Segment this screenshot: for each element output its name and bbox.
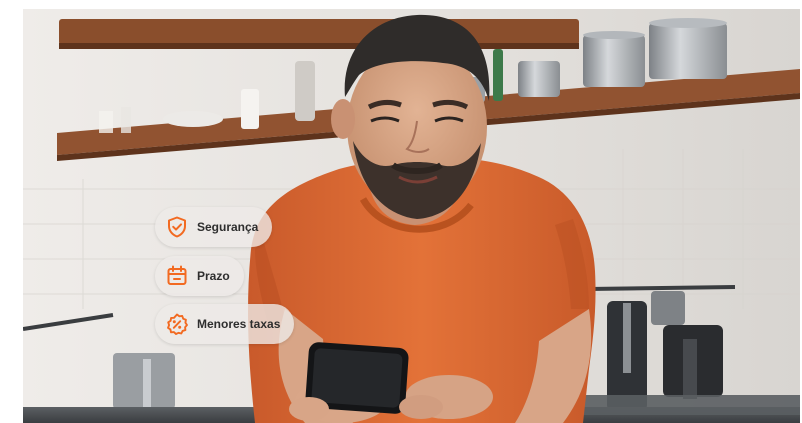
badge-label: Segurança (197, 220, 259, 234)
badge-prazo[interactable]: Prazo (155, 256, 244, 296)
badge-menores-taxas[interactable]: Menores taxas (155, 304, 295, 344)
calendar-icon (165, 264, 189, 288)
shield-check-icon (165, 215, 189, 239)
discount-percent-icon (165, 312, 189, 336)
badge-label: Menores taxas (197, 317, 281, 331)
badge-seguranca[interactable]: Segurança (155, 207, 273, 247)
badge-label: Prazo (197, 269, 230, 283)
hero-banner: Segurança Prazo Menores taxas (23, 9, 800, 423)
